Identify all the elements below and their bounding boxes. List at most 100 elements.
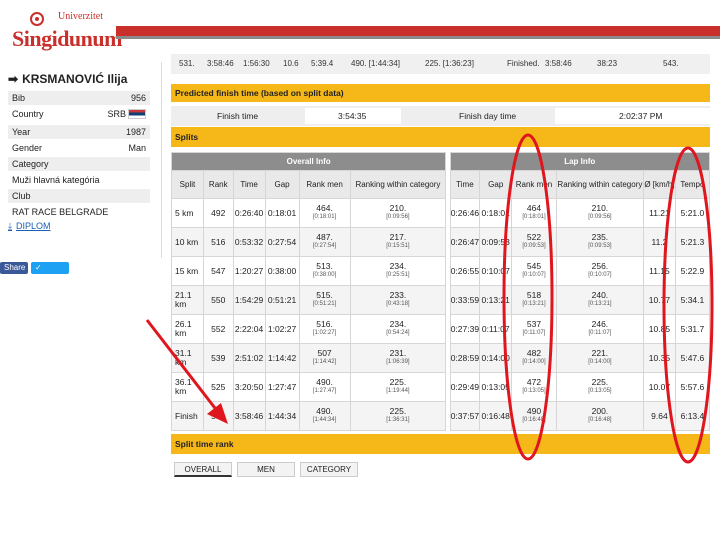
lap-rank-men-cell-gap: [0:10:07]	[522, 272, 546, 278]
lap-ranking-category-cell-value: 240.	[591, 290, 609, 300]
ranking-category-cell: 231. [1:06:39]	[349, 343, 447, 373]
gap-cell-value: 0:38:00	[267, 265, 297, 276]
info-key: Year	[12, 127, 31, 137]
rank-men-cell-value: 516.	[316, 319, 333, 329]
tempo-cell: 5:21.0	[674, 198, 711, 228]
lap-rank-men-cell-value: 537	[526, 319, 542, 329]
university-logo: Univerzitet Singidunum	[10, 10, 122, 51]
lap-rank-men-cell-gap: [0:16:48]	[522, 417, 546, 423]
tempo-cell-value: 5:47.6	[680, 352, 705, 363]
tab-overall[interactable]: OVERALL	[174, 462, 232, 477]
lap-gap-cell-value: 0:11:07	[481, 323, 510, 334]
logo-small-text: Univerzitet	[58, 11, 103, 22]
info-value: 956	[130, 93, 146, 103]
lap-time-cell-value: 0:33:59	[450, 294, 480, 305]
rank-cell: 539	[202, 343, 234, 373]
speed-cell-value: 9.64	[651, 410, 668, 421]
facebook-share-button[interactable]: Share	[0, 262, 28, 274]
split-cell: 31.1 km	[171, 343, 204, 373]
table-row: 10 km 516 0:53:32 0:27:54 487. [0:27:54] 217.[…	[171, 227, 711, 257]
time-cell: 3:20:50	[232, 372, 266, 402]
gap-cell-value: 1:14:42	[267, 352, 297, 363]
rank-men-cell-gap: [0:18:01]	[312, 214, 337, 220]
lap-rank-men-cell-gap: [0:14:00]	[522, 359, 546, 365]
table-row: 15 km 547 1:20:27 0:38:00 513. [0:38:00] 234.[…	[171, 256, 711, 286]
col-rank: Rank	[202, 170, 234, 199]
col-ranking-category: Ranking within category	[349, 170, 447, 199]
ranking-category-cell-value: 234.	[389, 319, 407, 329]
rank-men-cell-value: 490.	[316, 377, 333, 387]
splits-body: 5 km 492 0:26:40 0:18:01 464. [0:18:01] 210. [0…	[171, 198, 711, 431]
lap-ranking-category-cell-gap: [0:16:48]	[588, 417, 612, 423]
rank-cell: 552	[202, 314, 234, 344]
lap-ranking-category-cell: 235. [0:09:53]	[555, 227, 644, 257]
info-row-year: Year 1987	[8, 125, 150, 139]
rank-men-cell-gap: [0:38:00]	[312, 272, 337, 278]
lap-time-cell-value: 0:27:39	[450, 323, 480, 334]
lap-rank-men-cell: 537 [0:11:07]	[511, 314, 557, 344]
overall-info-header: Overall Info	[170, 152, 447, 171]
lap-gap-cell-value: 0:18:01	[481, 207, 510, 218]
tempo-cell-value: 5:22.9	[680, 265, 705, 276]
split-cell: 15 km	[171, 256, 204, 286]
ranking-category-cell: 225. [1:36:31]	[349, 401, 447, 431]
lap-rank-men-cell-value: 545	[526, 261, 542, 271]
diploma-link[interactable]: ⤓ DIPLOM	[8, 221, 51, 232]
rank-men-cell: 490. [1:44:34]	[298, 401, 351, 431]
prev-cell: 531.	[179, 59, 195, 68]
table-row: 26.1 km 552 2:22:04 1:02:27 516. [1:02:27] 234…	[171, 314, 711, 344]
lap-time-cell: 0:28:59	[449, 343, 481, 373]
rank-men-cell: 464. [0:18:01]	[298, 198, 351, 228]
lap-time-cell: 0:33:59	[449, 285, 481, 315]
header-red-bar	[116, 26, 720, 36]
col-lap-gap: Gap	[479, 170, 513, 199]
rank-cell: 531	[202, 401, 234, 431]
info-key: RAT RACE BELGRADE	[12, 207, 109, 217]
tempo-cell: 5:22.9	[674, 256, 711, 286]
prev-cell: 225. [1:36:23]	[425, 59, 474, 68]
info-row-club: Club	[8, 189, 150, 203]
ranking-category-cell-value: 217.	[389, 232, 407, 242]
share-label: Share	[4, 263, 26, 272]
lap-gap-cell: 0:11:07	[479, 314, 513, 344]
rank-men-cell: 487. [0:27:54]	[298, 227, 351, 257]
tab-category[interactable]: CATEGORY	[300, 462, 358, 477]
speed-cell: 10.35	[642, 343, 676, 373]
gap-cell: 1:44:34	[264, 401, 300, 431]
time-cell-value: 0:26:40	[234, 207, 264, 218]
lap-time-cell: 0:27:39	[449, 314, 481, 344]
gap-cell-value: 0:18:01	[267, 207, 297, 218]
splits-header: Splits	[171, 127, 710, 147]
tab-men[interactable]: MEN	[237, 462, 295, 477]
rank-men-cell-gap: [1:14:42]	[312, 359, 337, 365]
arrow-right-icon: ➡	[8, 72, 19, 86]
ranking-category-cell: 234. [0:54:24]	[349, 314, 447, 344]
lap-gap-cell: 0:18:01	[479, 198, 513, 228]
lap-info-header: Lap Info	[449, 152, 711, 171]
lap-gap-cell: 0:10:07	[479, 256, 513, 286]
speed-cell-value: 10.35	[648, 352, 671, 363]
info-key: Category	[12, 159, 49, 169]
tempo-cell-value: 5:21.3	[680, 236, 705, 247]
lap-time-cell: 0:26:55	[449, 256, 481, 286]
rank-men-cell-gap: [1:02:27]	[312, 330, 337, 336]
lap-ranking-category-cell: 240. [0:13:21]	[555, 285, 644, 315]
lap-ranking-category-cell: 256. [0:10:07]	[555, 256, 644, 286]
rank-cell-value: 525	[211, 381, 226, 392]
info-key: Bib	[12, 93, 26, 103]
lap-rank-men-cell: 472 [0:13:05]	[511, 372, 557, 402]
crest-icon	[30, 12, 44, 26]
twitter-tweet-button[interactable]: ✓ Tweet	[31, 262, 69, 284]
info-value: Man	[128, 143, 146, 153]
lap-ranking-category-cell-value: 256.	[591, 261, 609, 271]
prev-cell: Finished.	[507, 59, 540, 68]
split-cell-value: 36.1 km	[175, 377, 192, 396]
lap-rank-men-cell: 490 [0:16:48]	[511, 401, 557, 431]
time-cell: 1:54:29	[232, 285, 266, 315]
lap-ranking-category-cell-gap: [0:10:07]	[588, 272, 612, 278]
gap-cell: 0:18:01	[264, 198, 300, 228]
split-cell: 21.1 km	[171, 285, 204, 315]
slide: Univerzitet Singidunum ➡ KRSMANOVIĆ Ilija…	[0, 0, 720, 540]
split-cell-value: 21.1 km	[175, 290, 192, 309]
previous-result-row: 531. 3:58:46 1:56:30 10.6 5:39.4 490. [1…	[171, 54, 710, 74]
